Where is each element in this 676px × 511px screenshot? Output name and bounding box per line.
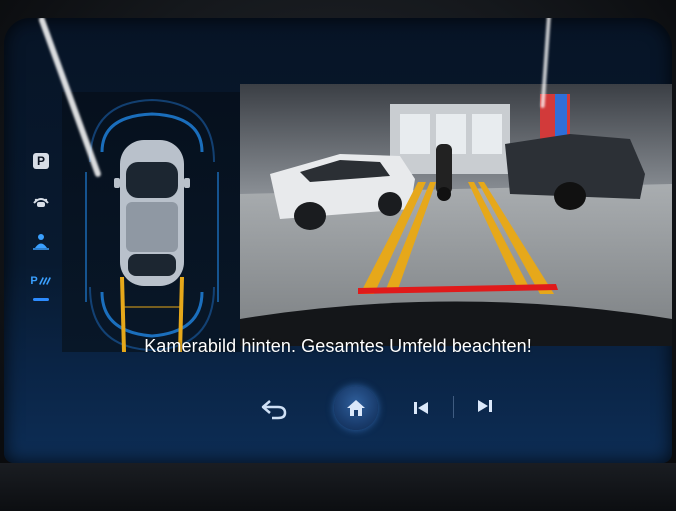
lower-bezel xyxy=(0,463,676,511)
rear-camera-view xyxy=(240,84,672,346)
controls-divider xyxy=(453,396,454,418)
camera-image xyxy=(240,84,672,346)
top-view-graphic xyxy=(85,98,219,353)
infotainment-screen: P P Kamerabild hinten. Gesamtes Umfeld b… xyxy=(4,18,672,463)
camera-warning-caption: Kamerabild hinten. Gesamtes Umfeld beach… xyxy=(144,336,532,356)
sensor-person-icon xyxy=(33,234,49,250)
parking-label: P xyxy=(36,154,45,168)
sidebar-item-camera-view[interactable] xyxy=(26,188,56,214)
parking-mode-sidebar: P P xyxy=(18,148,64,318)
parking-icon: P xyxy=(33,153,49,169)
next-button[interactable] xyxy=(470,392,500,420)
sidebar-item-sensors[interactable] xyxy=(26,228,56,254)
previous-button[interactable] xyxy=(406,394,436,422)
active-indicator xyxy=(33,298,49,301)
skip-next-icon xyxy=(478,400,492,412)
park-assist-label: P xyxy=(30,275,38,287)
sidebar-item-parking[interactable]: P xyxy=(26,148,56,174)
home-button[interactable] xyxy=(334,386,378,430)
media-controls xyxy=(4,380,672,450)
park-assist-icon xyxy=(38,277,51,285)
camera-view-icon xyxy=(33,198,49,207)
home-icon xyxy=(347,400,365,416)
skip-previous-icon xyxy=(414,402,428,414)
parking-top-view xyxy=(62,92,242,353)
back-button[interactable] xyxy=(256,394,292,424)
back-arrow-icon xyxy=(261,400,287,420)
sidebar-item-park-assist[interactable]: P xyxy=(26,268,56,294)
